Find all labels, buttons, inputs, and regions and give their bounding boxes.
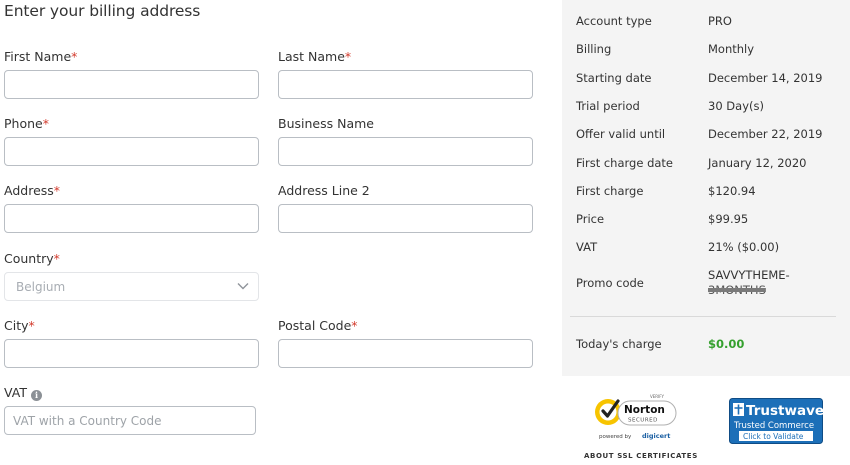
country-label: Country* [4, 251, 60, 266]
summary-label: Billing [576, 42, 612, 56]
summary-label: Offer valid until [576, 127, 666, 141]
required-mark: * [351, 318, 358, 333]
info-icon[interactable]: i [30, 390, 42, 401]
summary-value: December 22, 2019 [708, 127, 823, 141]
required-mark: * [53, 251, 60, 266]
summary-value: PRO [708, 14, 732, 28]
summary-label: Account type [576, 14, 652, 28]
summary-label: First charge date [576, 156, 674, 170]
required-mark: * [42, 116, 49, 131]
phone-label: Phone* [4, 116, 49, 131]
summary-label: Price [576, 212, 605, 226]
summary-value: $120.94 [708, 184, 756, 198]
norton-secured-text: SECURED [628, 418, 658, 424]
summary-value: December 14, 2019 [708, 71, 823, 85]
city-label: City* [4, 318, 35, 333]
summary-label: Trial period [576, 99, 640, 113]
required-mark: * [53, 183, 61, 198]
summary-value: Monthly [708, 42, 755, 56]
required-mark: * [28, 318, 35, 333]
norton-secured-badge[interactable]: VERIFY Norton SECURED powered by digicer… [592, 392, 682, 446]
vat-label: VAT i [4, 385, 42, 401]
trustwave-badge[interactable]: Trustwave Trusted Commerce Click to Vali… [729, 398, 823, 444]
form-title: Enter your billing address [4, 2, 201, 20]
summary-label: VAT [576, 240, 598, 254]
business-name-input[interactable] [278, 137, 533, 166]
summary-value: 21% ($0.00) [708, 240, 780, 254]
address-line2-input[interactable] [278, 204, 533, 233]
required-mark: * [344, 49, 352, 64]
summary-label: First charge [576, 184, 644, 198]
norton-verify-text: VERIFY [650, 394, 665, 399]
first-name-label: First Name* [4, 49, 78, 64]
chevron-down-icon [237, 283, 249, 290]
todays-charge-value: $0.00 [708, 337, 745, 351]
promo-code-redacted: 3MONTHS [708, 283, 766, 297]
about-ssl-certificates-link[interactable]: ABOUT SSL CERTIFICATES [584, 452, 698, 460]
trustwave-name-text: Trustwave [746, 403, 823, 419]
summary-value: 30 Day(s) [708, 99, 764, 113]
promo-code-label: Promo code [576, 276, 644, 290]
business-name-label: Business Name [278, 116, 374, 131]
vat-input[interactable] [4, 406, 256, 435]
norton-powered-text: powered by [599, 434, 632, 440]
last-name-label: Last Name* [278, 49, 352, 64]
summary-divider [570, 316, 836, 317]
summary-label: Starting date [576, 71, 652, 85]
postal-code-label: Postal Code* [278, 318, 358, 333]
summary-value: $99.95 [708, 212, 749, 226]
trustwave-validate-text: Click to Validate [743, 432, 804, 441]
promo-code-prefix: SAVVYTHEME- [708, 268, 790, 282]
last-name-input[interactable] [278, 70, 533, 99]
country-selected-value: Belgium [16, 280, 66, 294]
address-line2-label: Address Line 2 [278, 183, 370, 198]
required-mark: * [71, 49, 78, 64]
trustwave-trusted-commerce-text: Trusted Commerce [733, 421, 814, 431]
first-name-input[interactable] [4, 70, 259, 99]
country-select[interactable]: Belgium [4, 272, 259, 301]
address-label: Address* [4, 183, 61, 198]
postal-code-input[interactable] [278, 339, 533, 368]
promo-code-value: SAVVYTHEME- 3MONTHS [708, 268, 790, 298]
city-input[interactable] [4, 339, 259, 368]
todays-charge-label: Today's charge [576, 337, 662, 351]
phone-input[interactable] [4, 137, 259, 166]
digicert-text: digicert [642, 432, 670, 440]
norton-name-text: Norton [624, 404, 665, 416]
order-summary: Account type PRO Billing Monthly Startin… [562, 0, 850, 376]
address-input[interactable] [4, 204, 259, 233]
summary-value: January 12, 2020 [708, 156, 807, 170]
